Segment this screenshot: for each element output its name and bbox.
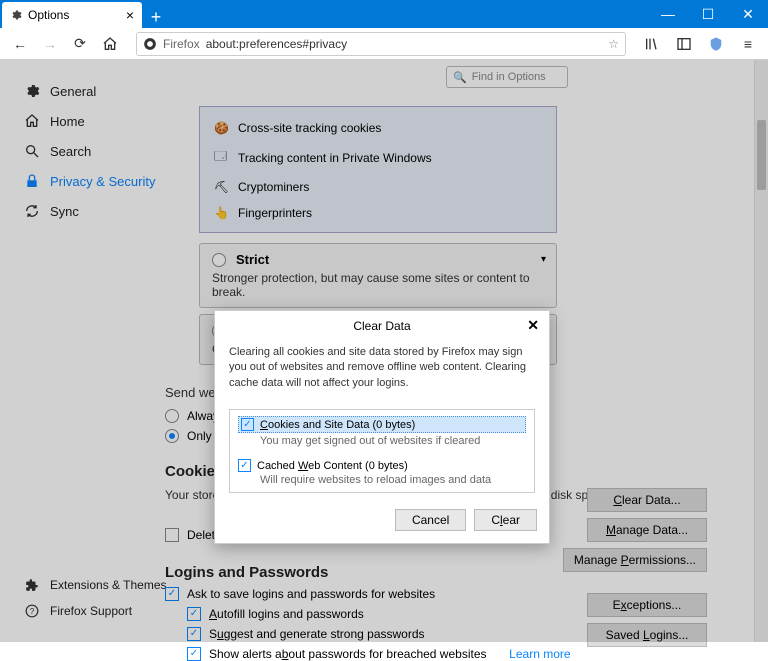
clear-data-dialog: Clear Data ✕ Clearing all cookies and si… [214,310,550,544]
checkbox-icon[interactable] [165,528,179,542]
radio-icon[interactable] [165,409,179,423]
dialog-body: Clearing all cookies and site data store… [215,341,549,401]
sidebar-item-privacy[interactable]: Privacy & Security [24,166,165,196]
tracking-cookies-row: 🍪Cross-site tracking cookies [200,115,556,141]
maximize-button[interactable]: ☐ [688,0,728,28]
radio-icon[interactable] [165,429,179,443]
sidebar-item-label: Search [50,144,91,159]
search-icon [24,143,40,159]
checkbox-icon[interactable]: ✓ [165,587,179,601]
find-in-options-input[interactable]: 🔍 Find in Options [446,66,568,88]
lock-icon [24,173,40,189]
search-icon: 🔍 [453,71,467,84]
home-button[interactable] [98,32,122,56]
fingerprint-icon: 👆 [214,206,228,220]
sidebar-item-label: Sync [50,204,79,219]
close-icon[interactable]: ✕ [527,317,539,334]
sidebar-item-general[interactable]: General [24,76,165,106]
sidebar-item-label: Extensions & Themes [50,578,167,592]
close-icon[interactable]: × [126,7,134,23]
url-text: about:preferences#privacy [206,37,347,51]
puzzle-icon [24,578,40,592]
checkbox-icon[interactable]: ✓ [187,607,201,621]
checkbox-icon[interactable]: ✓ [187,647,201,661]
exceptions-button[interactable]: Exceptions... [587,593,707,617]
logins-heading: Logins and Passwords [165,564,725,581]
minimize-button[interactable]: — [648,0,688,28]
manage-data-button[interactable]: Manage Data... [587,518,707,542]
sync-icon [24,203,40,219]
find-placeholder: Find in Options [472,71,546,83]
window-controls: — ☐ ✕ [648,0,768,28]
sidebar-item-home[interactable]: Home [24,106,165,136]
dialog-option-cookies[interactable]: ✓Cookies and Site Data (0 bytes) You may… [230,410,534,453]
dialog-title: Clear Data ✕ [215,311,549,341]
protection-strict-option[interactable]: ▾ Strict Stronger protection, but may ca… [199,243,557,308]
browser-toolbar: ← → ⟳ Firefox about:preferences#privacy … [0,28,768,60]
tab-strip: Options × + [0,0,170,28]
sidebar-icon[interactable] [672,32,696,56]
tracking-standard-panel: 🍪Cross-site tracking cookies 🗔Tracking c… [199,106,557,233]
browser-tab-options[interactable]: Options × [2,2,142,28]
sidebar-item-sync[interactable]: Sync [24,196,165,226]
checkbox-icon[interactable]: ✓ [238,459,251,472]
clear-button[interactable]: Clear [474,509,537,531]
cancel-button[interactable]: Cancel [395,509,466,531]
pickaxe-icon: ⛏ [214,180,228,194]
bookmark-star-icon[interactable]: ☆ [608,37,619,51]
dialog-option-cache[interactable]: ✓Cached Web Content (0 bytes) Will requi… [230,453,534,492]
sidebar-item-label: Home [50,114,85,129]
address-bar[interactable]: Firefox about:preferences#privacy ☆ [136,32,626,56]
gear-icon [24,83,40,99]
scroll-thumb[interactable] [757,120,766,190]
tracking-fingerprinters-row: 👆Fingerprinters [200,200,556,226]
back-button[interactable]: ← [8,32,32,56]
preferences-sidebar: General Home Search Privacy & Security S… [0,60,165,642]
window-icon: 🗔 [214,147,228,168]
new-tab-button[interactable]: + [142,7,170,28]
clear-data-button[interactable]: Clear Data... [587,488,707,512]
scrollbar[interactable] [754,60,768,642]
saved-logins-button[interactable]: Saved Logins... [587,623,707,647]
radio-icon[interactable] [212,253,226,267]
tracking-cryptominers-row: ⛏Cryptominers [200,174,556,200]
url-label: Firefox [163,37,200,51]
menu-icon[interactable]: ≡ [736,32,760,56]
firefox-icon [143,37,157,51]
sidebar-item-support[interactable]: ? Firefox Support [24,598,167,624]
checkbox-icon[interactable]: ✓ [241,418,254,431]
help-icon: ? [24,604,40,618]
sidebar-item-label: Firefox Support [50,604,132,618]
sidebar-item-label: General [50,84,96,99]
sidebar-item-search[interactable]: Search [24,136,165,166]
learn-more-link[interactable]: Learn more [509,647,570,661]
close-window-button[interactable]: ✕ [728,0,768,28]
tab-title: Options [28,8,69,22]
svg-text:?: ? [30,607,35,616]
window-titlebar: Options × + — ☐ ✕ [0,0,768,28]
protection-icon[interactable] [704,32,728,56]
cookie-icon: 🍪 [214,121,228,135]
forward-button[interactable]: → [38,32,62,56]
gear-icon [10,9,22,21]
chevron-down-icon[interactable]: ▾ [541,254,546,265]
checkbox-icon[interactable]: ✓ [187,627,201,641]
sidebar-item-extensions[interactable]: Extensions & Themes [24,572,167,598]
library-icon[interactable] [640,32,664,56]
sidebar-item-label: Privacy & Security [50,174,155,189]
reload-button[interactable]: ⟳ [68,32,92,56]
tracking-content-row: 🗔Tracking content in Private Windows [200,141,556,174]
home-icon [24,113,40,129]
